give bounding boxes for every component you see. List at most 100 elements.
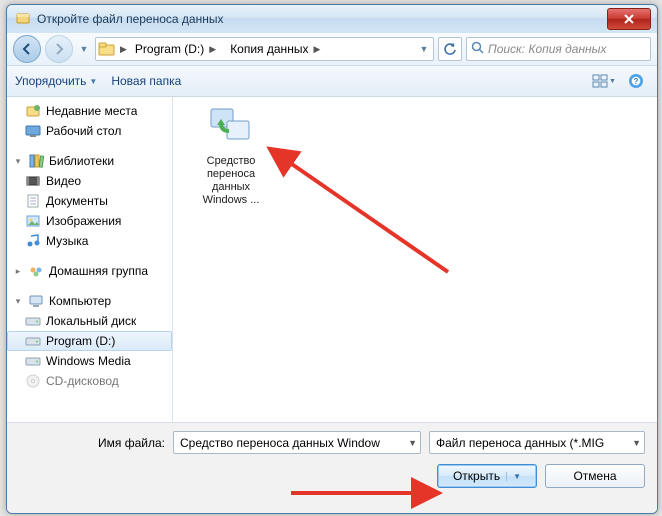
search-placeholder: Поиск: Копия данных (488, 42, 607, 56)
tree-label: CD-дисковод (46, 374, 119, 388)
file-thumbnail (207, 103, 255, 151)
back-button[interactable] (13, 35, 41, 63)
navigation-tree: Недавние места Рабочий стол ▾ Библиотеки… (7, 97, 173, 441)
tree-label: Библиотеки (49, 154, 114, 168)
pictures-icon (25, 213, 41, 229)
desktop-icon (25, 123, 41, 139)
view-icon (592, 74, 608, 88)
help-icon: ? (628, 73, 644, 89)
tree-item-pictures[interactable]: Изображения (7, 211, 172, 231)
tree-label: Windows Media (46, 354, 131, 368)
tree-label: Видео (46, 174, 81, 188)
file-list[interactable]: Средство переноса данных Windows ... (173, 97, 657, 441)
client-area: Недавние места Рабочий стол ▾ Библиотеки… (7, 97, 657, 441)
window-title: Откройте файл переноса данных (37, 12, 223, 26)
organize-label: Упорядочить (15, 74, 86, 88)
homegroup-icon (28, 263, 44, 279)
breadcrumb-label: Копия данных (230, 42, 308, 56)
search-box[interactable]: Поиск: Копия данных (466, 37, 651, 61)
close-button[interactable] (607, 8, 651, 30)
tree-label: Домашняя группа (49, 264, 148, 278)
expand-icon: ▾ (13, 156, 23, 167)
tree-label: Документы (46, 194, 108, 208)
tree-homegroup[interactable]: ▸ Домашняя группа (7, 261, 172, 281)
tree-item-drive[interactable]: Локальный диск (7, 311, 172, 331)
chevron-right-icon: ▶ (209, 44, 216, 55)
file-item[interactable]: Средство переноса данных Windows ... (189, 103, 273, 207)
computer-icon (28, 293, 44, 309)
tree-item-desktop[interactable]: Рабочий стол (7, 121, 172, 141)
breadcrumb-segment[interactable]: Program (D:) ▶ (129, 39, 222, 59)
arrow-right-icon (53, 43, 65, 55)
expand-icon: ▸ (13, 266, 23, 277)
filetype-value: Файл переноса данных (*.MIG (436, 436, 604, 450)
close-icon (624, 14, 634, 24)
chevron-down-icon: ▼ (506, 472, 521, 481)
toolbar: Упорядочить ▼ Новая папка ▼ ? (7, 66, 657, 97)
filetype-select[interactable]: Файл переноса данных (*.MIG ▼ (429, 431, 645, 454)
app-icon (15, 11, 31, 27)
drive-icon (25, 333, 41, 349)
titlebar: Откройте файл переноса данных (7, 5, 657, 33)
chevron-down-icon: ▼ (408, 438, 417, 448)
view-options-button[interactable]: ▼ (591, 69, 617, 93)
tree-label: Недавние места (46, 104, 137, 118)
recent-icon (25, 103, 41, 119)
tree-label: Музыка (46, 234, 88, 248)
open-button[interactable]: Открыть ▼ (437, 464, 537, 488)
tree-item-video[interactable]: Видео (7, 171, 172, 191)
folder-icon (98, 41, 116, 57)
toolbar-right: ▼ ? (591, 69, 649, 93)
address-bar[interactable]: ▶ Program (D:) ▶ Копия данных ▶ ▼ (95, 37, 434, 61)
libraries-icon (28, 153, 44, 169)
organize-menu[interactable]: Упорядочить ▼ (15, 74, 97, 88)
arrow-left-icon (21, 43, 33, 55)
open-file-dialog: Откройте файл переноса данных ▼ ▶ Progra… (6, 4, 658, 514)
address-dropdown[interactable]: ▼ (417, 38, 431, 60)
tree-item-drive-selected[interactable]: Program (D:) (7, 331, 172, 351)
tree-item-recent[interactable]: Недавние места (7, 101, 172, 121)
chevron-down-icon: ▼ (89, 77, 97, 86)
expand-icon: ▾ (13, 296, 23, 307)
chevron-right-icon: ▶ (313, 44, 320, 55)
breadcrumb-segment[interactable]: Копия данных ▶ (224, 39, 326, 59)
tree-label: Локальный диск (46, 314, 136, 328)
tree-item-cd[interactable]: CD-дисковод (7, 371, 172, 391)
search-icon (471, 41, 484, 57)
open-label: Открыть (453, 469, 500, 483)
refresh-button[interactable] (438, 37, 462, 61)
music-icon (25, 233, 41, 249)
video-icon (25, 173, 41, 189)
breadcrumb-label: Program (D:) (135, 42, 204, 56)
tree-item-documents[interactable]: Документы (7, 191, 172, 211)
file-label: Средство переноса данных Windows ... (189, 155, 273, 207)
filename-label: Имя файла: (98, 436, 165, 450)
tree-label: Компьютер (49, 294, 111, 308)
chevron-right-icon: ▶ (120, 44, 127, 55)
chevron-down-icon: ▼ (632, 438, 641, 448)
documents-icon (25, 193, 41, 209)
cancel-button[interactable]: Отмена (545, 464, 645, 488)
new-folder-button[interactable]: Новая папка (111, 74, 181, 88)
cd-icon (25, 373, 41, 389)
chevron-down-icon: ▼ (609, 78, 616, 85)
tree-label: Изображения (46, 214, 121, 228)
forward-button[interactable] (45, 35, 73, 63)
navbar: ▼ ▶ Program (D:) ▶ Копия данных ▶ ▼ Поиск:… (7, 33, 657, 66)
tree-computer[interactable]: ▾ Компьютер (7, 291, 172, 311)
drive-icon (25, 353, 41, 369)
svg-text:?: ? (634, 77, 639, 86)
refresh-icon (443, 42, 457, 56)
tree-item-music[interactable]: Музыка (7, 231, 172, 251)
help-button[interactable]: ? (623, 69, 649, 93)
cancel-label: Отмена (573, 469, 616, 483)
tree-item-drive[interactable]: Windows Media (7, 351, 172, 371)
annotation-arrow (278, 152, 458, 285)
tree-label: Program (D:) (46, 334, 115, 348)
history-dropdown[interactable]: ▼ (77, 38, 91, 60)
tree-libraries[interactable]: ▾ Библиотеки (7, 151, 172, 171)
filename-input[interactable]: Средство переноса данных Window ▼ (173, 431, 421, 454)
filename-value: Средство переноса данных Window (180, 436, 380, 450)
tree-label: Рабочий стол (46, 124, 121, 138)
dialog-footer: Имя файла: Средство переноса данных Wind… (7, 422, 657, 513)
